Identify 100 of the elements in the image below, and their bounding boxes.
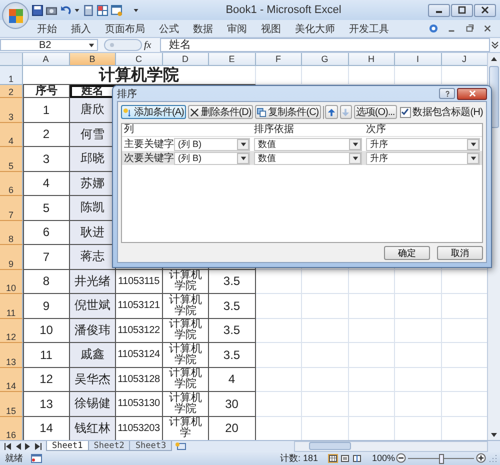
caret-icon[interactable] <box>349 152 361 164</box>
checkbox-label[interactable]: 数据包含标题(H) <box>412 105 483 119</box>
order-dropdown[interactable]: 升序 <box>366 138 480 150</box>
column-header[interactable]: I <box>395 53 442 66</box>
empty-cell[interactable] <box>395 392 442 416</box>
ribbon-tab[interactable]: 插入 <box>71 22 91 36</box>
insert-sheet-icon[interactable] <box>175 442 186 450</box>
column-header[interactable]: F <box>256 53 302 66</box>
empty-cell[interactable] <box>348 318 395 343</box>
row-header[interactable]: 1 <box>0 66 23 85</box>
close-button[interactable] <box>457 88 487 100</box>
row-header[interactable]: 11 <box>0 294 23 318</box>
sort-level-row[interactable]: 主要关键字 (列 B) 数值 升序 <box>122 137 482 151</box>
empty-cell[interactable] <box>395 318 442 343</box>
empty-cell[interactable] <box>302 294 348 318</box>
row-header[interactable]: 7 <box>0 196 23 220</box>
caret-icon[interactable] <box>467 138 479 150</box>
empty-cell[interactable] <box>302 392 348 416</box>
row-header[interactable]: 8 <box>0 220 23 245</box>
ribbon-tab[interactable]: 视图 <box>261 22 281 36</box>
caret-icon[interactable] <box>349 138 361 150</box>
view-button[interactable] <box>328 454 338 462</box>
empty-cell[interactable] <box>348 294 395 318</box>
row-header[interactable]: 6 <box>0 172 23 196</box>
delete-level-button[interactable]: 删除条件(D) <box>188 105 254 119</box>
close-icon[interactable] <box>483 24 492 33</box>
formula-field[interactable]: 姓名 <box>160 38 490 52</box>
empty-cell[interactable] <box>395 368 442 392</box>
row-header[interactable]: 12 <box>0 318 23 343</box>
column-header[interactable]: A <box>23 53 70 66</box>
empty-cell[interactable] <box>302 368 348 392</box>
view-button[interactable] <box>340 454 350 462</box>
empty-cell[interactable] <box>348 392 395 416</box>
column-dropdown[interactable]: (列 B) <box>174 152 250 164</box>
move-up-button[interactable] <box>325 105 338 119</box>
undo-icon[interactable] <box>60 4 71 16</box>
minimize-button[interactable] <box>428 4 450 16</box>
empty-cell[interactable] <box>256 294 302 318</box>
options-button[interactable]: 选项(O)... <box>354 105 397 119</box>
sort-on-dropdown[interactable]: 数值 <box>254 152 362 164</box>
macro-record-icon[interactable] <box>31 454 42 462</box>
zoom-in-icon[interactable] <box>476 453 486 463</box>
row-header[interactable]: 16 <box>0 416 23 440</box>
first-sheet-icon[interactable] <box>4 442 12 450</box>
row-header[interactable]: 13 <box>0 343 23 368</box>
zoom-level[interactable]: 100% <box>372 453 396 463</box>
column-header[interactable]: J <box>442 53 488 66</box>
expand-icon[interactable] <box>490 40 500 50</box>
column-header[interactable]: B <box>70 53 116 66</box>
checkbox[interactable] <box>400 106 411 118</box>
empty-cell[interactable] <box>256 368 302 392</box>
last-sheet-icon[interactable] <box>34 442 42 450</box>
empty-cell[interactable] <box>395 270 442 294</box>
sheet-tab[interactable]: Sheet2 <box>88 441 130 451</box>
column-header[interactable]: D <box>162 53 209 66</box>
close-button[interactable] <box>474 4 496 16</box>
sheet-tab[interactable]: Sheet1 <box>46 441 89 451</box>
row-header[interactable]: 3 <box>0 98 23 122</box>
formula-controls-icon[interactable] <box>104 39 142 51</box>
column-dropdown[interactable]: (列 B) <box>174 138 250 150</box>
empty-cell[interactable] <box>395 343 442 368</box>
sheet-tab[interactable]: Sheet3 <box>129 441 172 451</box>
maximize-button[interactable] <box>451 4 473 16</box>
empty-cell[interactable] <box>348 343 395 368</box>
sort-on-dropdown[interactable]: 数值 <box>254 138 362 150</box>
add-level-button[interactable]: 添加条件(A) <box>121 105 186 119</box>
select-all-corner[interactable] <box>0 53 23 66</box>
empty-cell[interactable] <box>256 270 302 294</box>
ribbon-tab[interactable]: 审阅 <box>227 22 247 36</box>
empty-cell[interactable] <box>256 318 302 343</box>
empty-cell[interactable] <box>302 343 348 368</box>
name-box[interactable]: B2 <box>0 39 98 51</box>
column-header[interactable]: C <box>116 53 162 66</box>
row-header[interactable]: 10 <box>0 270 23 294</box>
empty-cell[interactable] <box>302 318 348 343</box>
row-header[interactable]: 15 <box>0 392 23 416</box>
zoom-out-icon[interactable] <box>396 453 406 463</box>
ribbon-tab[interactable]: 开始 <box>37 22 57 36</box>
copy-level-button[interactable]: 复制条件(C) <box>255 105 321 119</box>
camera-icon[interactable] <box>46 4 57 16</box>
column-header[interactable]: E <box>209 53 256 66</box>
window-icon[interactable] <box>111 4 122 16</box>
ribbon-tab[interactable]: 美化大师 <box>295 22 335 36</box>
help-button[interactable] <box>439 88 455 99</box>
order-dropdown[interactable]: 升序 <box>366 152 480 164</box>
column-header[interactable]: G <box>302 53 348 66</box>
ok-button[interactable]: 确定 <box>384 246 430 260</box>
horizontal-scrollbar[interactable] <box>294 440 488 452</box>
caret-icon[interactable] <box>237 152 249 164</box>
save-icon[interactable] <box>32 4 43 16</box>
caret-icon[interactable] <box>237 138 249 150</box>
view-button[interactable] <box>352 454 362 462</box>
empty-cell[interactable] <box>256 392 302 416</box>
sort-level-row[interactable]: 次要关键字 (列 B) 数值 升序 <box>122 151 482 165</box>
caret-icon[interactable] <box>88 42 95 48</box>
restore-icon[interactable] <box>465 24 474 33</box>
row-header[interactable]: 4 <box>0 122 23 147</box>
empty-cell[interactable] <box>302 270 348 294</box>
ribbon-tab[interactable]: 开发工具 <box>349 22 389 36</box>
row-header[interactable]: 14 <box>0 368 23 392</box>
